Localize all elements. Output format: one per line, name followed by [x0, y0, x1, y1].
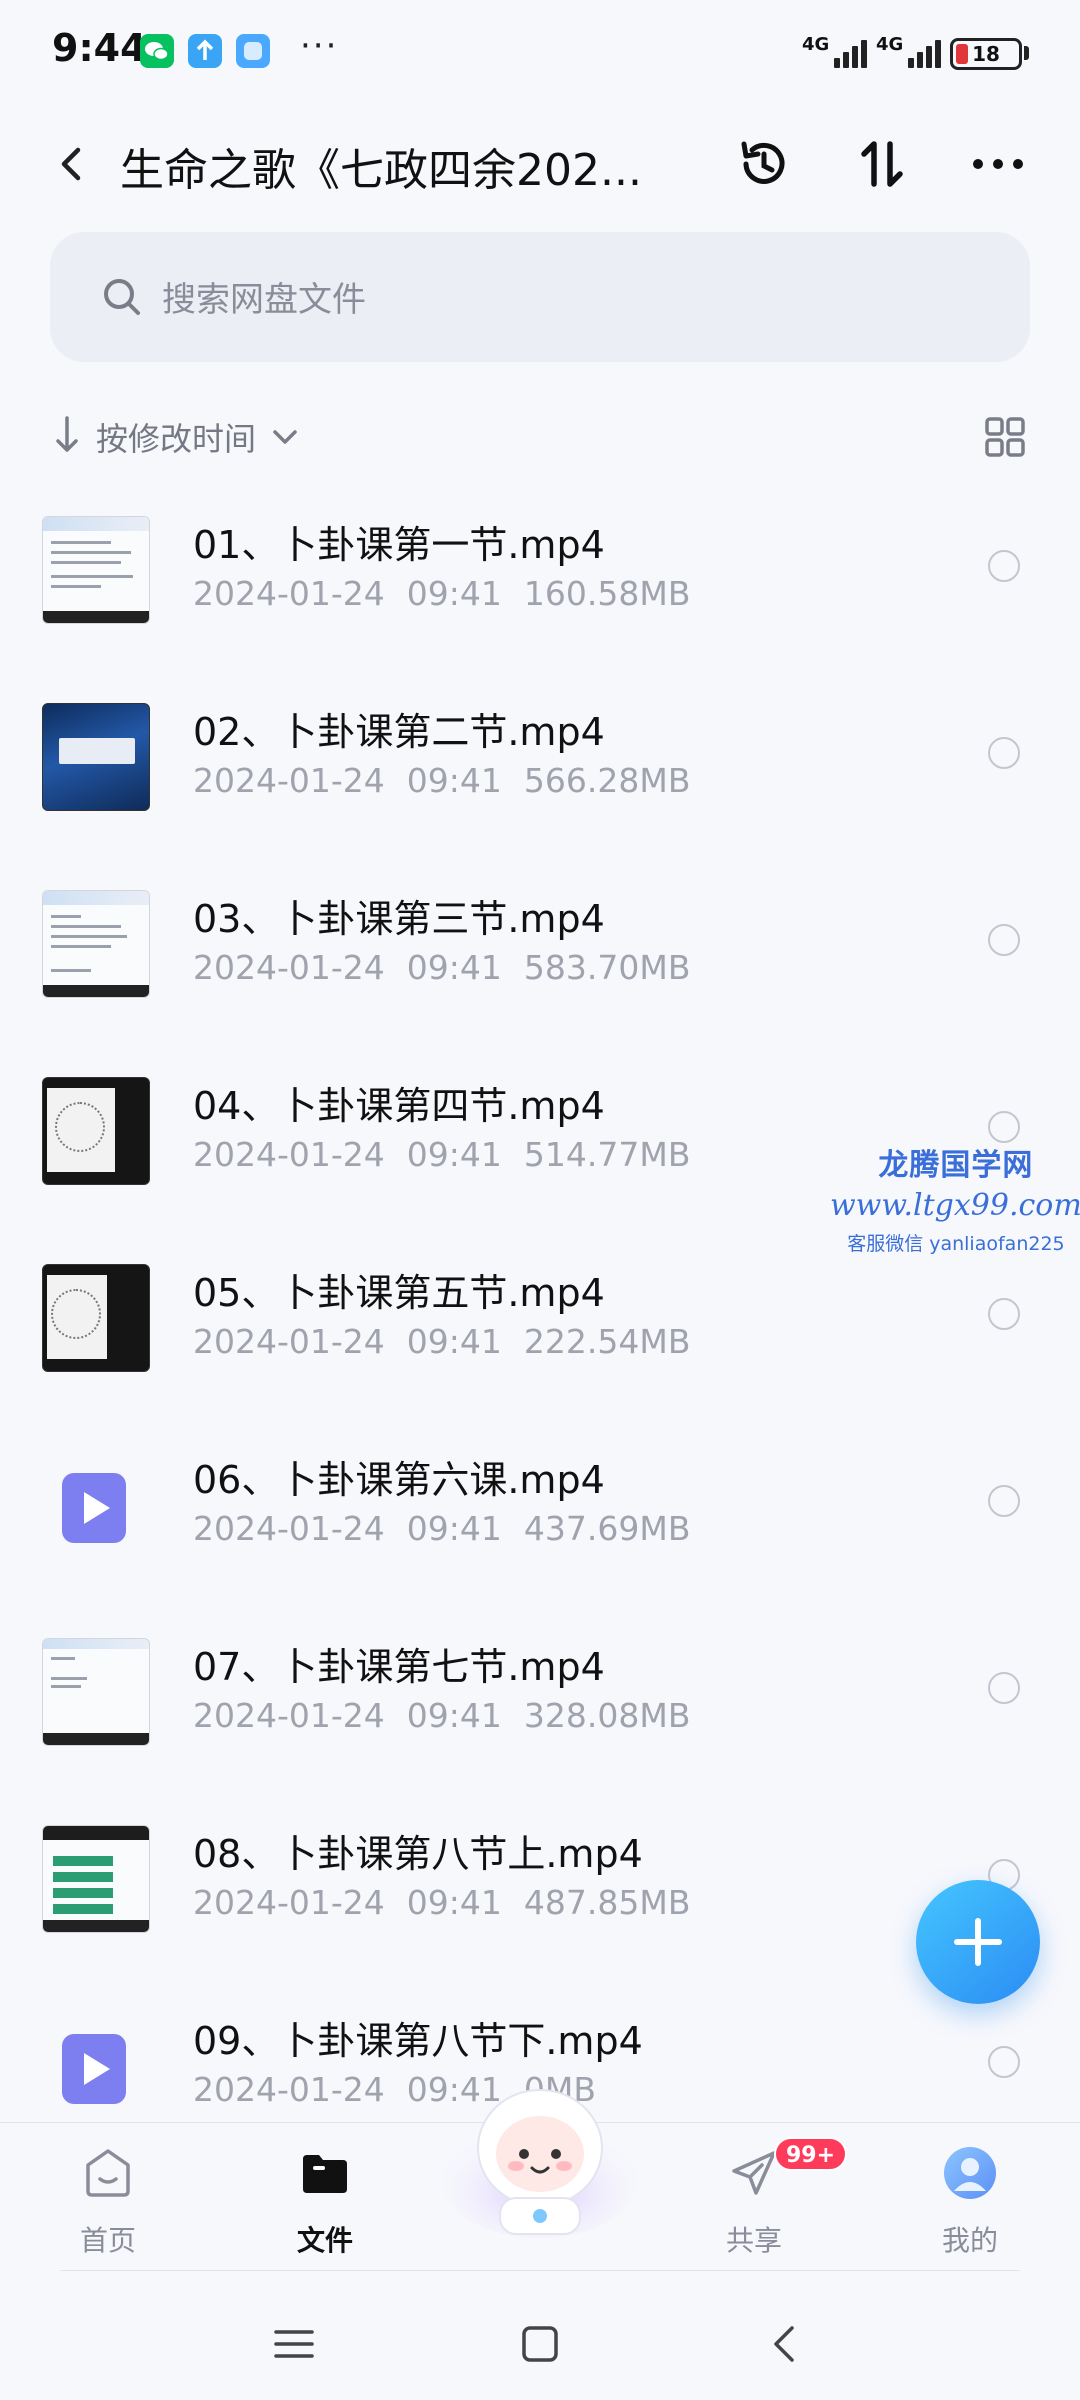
file-name: 03、卜卦课第三节.mp4	[193, 897, 605, 941]
file-meta: 2024-01-24 09:41 437.69MB	[193, 1509, 691, 1548]
nav-share-label: 共享	[725, 2224, 782, 2257]
video-thumbnail	[42, 516, 150, 624]
history-icon	[741, 141, 785, 184]
mascot-button[interactable]	[440, 2070, 640, 2240]
status-time: 9:44	[52, 26, 147, 70]
watermark-line-3: 客服微信 yanliaofan225	[847, 1233, 1065, 1255]
file-name: 06、卜卦课第六课.mp4	[193, 1458, 605, 1502]
file-meta: 2024-01-24 09:41 328.08MB	[193, 1696, 691, 1735]
file-row[interactable]: 05、卜卦课第五节.mp4 2024-01-24 09:41 222.54MB	[0, 1248, 1080, 1435]
avatar	[944, 2147, 996, 2199]
add-button[interactable]	[916, 1880, 1040, 2004]
page-title: 生命之歌《七政四余202...	[120, 145, 642, 196]
watermark-line-2: www.ltgx99.com	[830, 1188, 1080, 1223]
file-name: 04、卜卦课第四节.mp4	[193, 1084, 605, 1128]
file-meta: 2024-01-24 09:41 160.58MB	[193, 574, 691, 613]
file-row[interactable]: 01、卜卦课第一节.mp4 2024-01-24 09:41 160.58MB	[0, 500, 1080, 687]
signal-icon-2: 4G	[876, 34, 942, 68]
select-checkbox[interactable]	[988, 737, 1020, 769]
select-checkbox[interactable]	[988, 1672, 1020, 1704]
video-thumbnail	[42, 1077, 150, 1185]
sort-arrows-icon	[861, 141, 903, 187]
watermark-line-1: 龙腾国学网	[878, 1148, 1034, 1183]
search-icon	[104, 279, 140, 315]
search-placeholder: 搜索网盘文件	[162, 280, 366, 320]
nav-me[interactable]: 我的	[900, 2137, 1040, 2267]
nav-files-label: 文件	[296, 2224, 353, 2257]
file-name: 07、卜卦课第七节.mp4	[193, 1645, 605, 1689]
sort-dropdown[interactable]: 按修改时间	[96, 414, 256, 460]
status-bar: 9:44 ··· 4G 4G 18	[0, 0, 1080, 110]
home-square-icon[interactable]	[510, 2314, 570, 2374]
file-meta: 2024-01-24 09:41 583.70MB	[193, 948, 691, 987]
signal-icon-1: 4G	[802, 34, 868, 68]
back-arrow-icon	[61, 147, 81, 181]
file-name: 02、卜卦课第二节.mp4	[193, 710, 605, 754]
nav-home-label: 首页	[79, 2224, 136, 2257]
file-row[interactable]: 02、卜卦课第二节.mp4 2024-01-24 09:41 566.28MB	[0, 687, 1080, 874]
select-checkbox[interactable]	[988, 1298, 1020, 1330]
file-row[interactable]: 07、卜卦课第七节.mp4 2024-01-24 09:41 328.08MB	[0, 1622, 1080, 1809]
wechat-icon	[140, 34, 174, 68]
video-thumbnail	[42, 1638, 150, 1746]
more-options-button[interactable]	[966, 132, 1030, 196]
folder-icon	[303, 2155, 347, 2193]
select-checkbox[interactable]	[988, 2046, 1020, 2078]
nav-share[interactable]: 99+ 共享	[684, 2137, 848, 2267]
video-thumbnail	[42, 703, 150, 811]
more-icon	[973, 159, 1023, 169]
upload-icon	[188, 34, 222, 68]
video-file-icon	[42, 1451, 150, 1559]
grid-view-icon[interactable]	[984, 416, 1026, 458]
file-meta: 2024-01-24 09:41 514.77MB	[193, 1135, 691, 1174]
home-icon	[86, 2149, 130, 2197]
system-navigation	[0, 2290, 1080, 2400]
select-checkbox[interactable]	[988, 924, 1020, 956]
search-input[interactable]: 搜索网盘文件	[50, 232, 1030, 362]
select-checkbox[interactable]	[988, 1111, 1020, 1143]
battery-level: 18	[972, 42, 1000, 66]
back-icon[interactable]	[756, 2314, 816, 2374]
notification-badge: 99+	[774, 2137, 848, 2171]
file-name: 05、卜卦课第五节.mp4	[193, 1271, 605, 1315]
video-thumbnail	[42, 890, 150, 998]
file-name: 09、卜卦课第八节下.mp4	[193, 2019, 643, 2063]
video-file-icon	[42, 2012, 150, 2120]
select-checkbox[interactable]	[988, 550, 1020, 582]
nav-files[interactable]: 文件	[255, 2137, 395, 2267]
back-button[interactable]	[44, 134, 104, 194]
sort-order-button[interactable]	[850, 132, 914, 196]
more-notifications-icon: ···	[300, 26, 339, 66]
menu-icon[interactable]	[264, 2314, 324, 2374]
nav-home[interactable]: 首页	[38, 2137, 178, 2267]
file-meta: 2024-01-24 09:41 222.54MB	[193, 1322, 691, 1361]
paper-plane-icon	[732, 2151, 776, 2195]
video-thumbnail	[42, 1264, 150, 1372]
file-row[interactable]: 08、卜卦课第八节上.mp4 2024-01-24 09:41 487.85MB	[0, 1809, 1080, 1996]
nav-me-label: 我的	[941, 2224, 998, 2257]
sort-direction-icon[interactable]	[52, 412, 82, 456]
file-meta: 2024-01-24 09:41 487.85MB	[193, 1883, 691, 1922]
cloud-app-icon	[236, 34, 270, 68]
video-thumbnail	[42, 1825, 150, 1933]
file-name: 01、卜卦课第一节.mp4	[193, 523, 605, 567]
network-type-1: 4G	[802, 34, 830, 55]
select-checkbox[interactable]	[988, 1485, 1020, 1517]
battery-icon: 18	[950, 38, 1022, 70]
history-button[interactable]	[732, 132, 796, 196]
file-row[interactable]: 03、卜卦课第三节.mp4 2024-01-24 09:41 583.70MB	[0, 874, 1080, 1061]
header: 生命之歌《七政四余202...	[0, 110, 1080, 220]
file-meta: 2024-01-24 09:41 566.28MB	[193, 761, 691, 800]
watermark: 龙腾国学网 www.ltgx99.com 客服微信 yanliaofan225	[830, 1140, 1080, 1256]
network-type-2: 4G	[876, 34, 904, 55]
file-name: 08、卜卦课第八节上.mp4	[193, 1832, 643, 1876]
file-row[interactable]: 06、卜卦课第六课.mp4 2024-01-24 09:41 437.69MB	[0, 1435, 1080, 1622]
chevron-down-icon[interactable]	[268, 420, 302, 454]
